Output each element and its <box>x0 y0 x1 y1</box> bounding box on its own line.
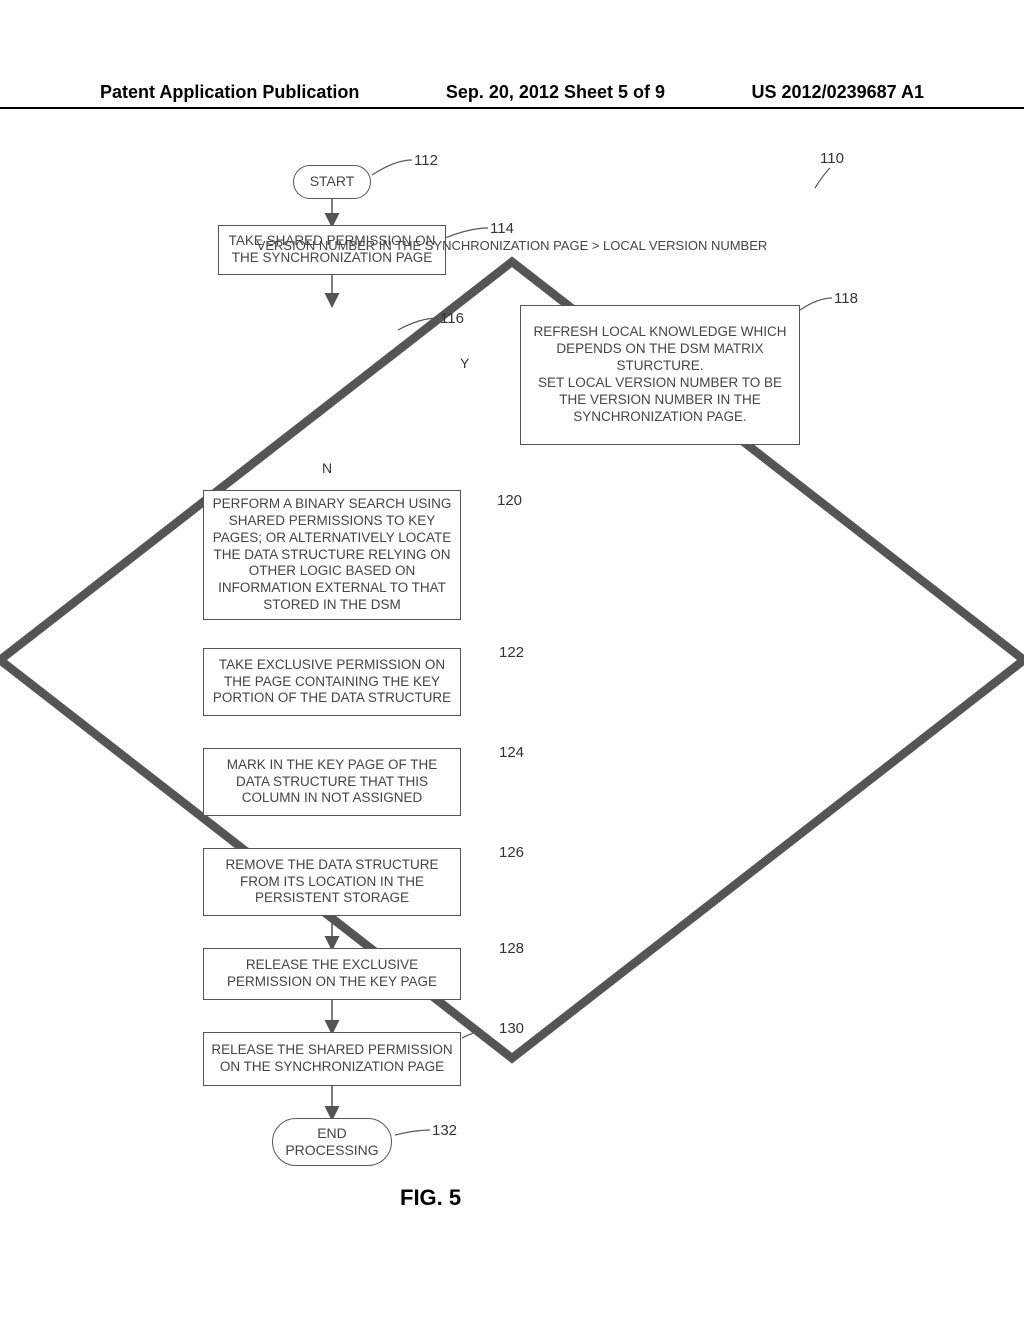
step-122: TAKE EXCLUSIVE PERMISSION ON THE PAGE CO… <box>203 648 461 716</box>
ref-124: 124 <box>499 744 524 761</box>
step-128-label: RELEASE THE EXCLUSIVE PERMISSION ON THE … <box>210 957 454 991</box>
decision-116-label: VERSION NUMBER IN THE SYNCHRONIZATION PA… <box>123 238 901 253</box>
ref-130: 130 <box>499 1020 524 1037</box>
end-terminal: END PROCESSING <box>272 1118 392 1166</box>
end-label: END PROCESSING <box>285 1125 378 1160</box>
step-118-label: REFRESH LOCAL KNOWLEDGE WHICH DEPENDS ON… <box>527 324 793 425</box>
ref-128: 128 <box>499 940 524 957</box>
ref-120: 120 <box>497 492 522 509</box>
ref-116: 116 <box>440 310 464 327</box>
step-126-label: REMOVE THE DATA STRUCTURE FROM ITS LOCAT… <box>210 857 454 908</box>
ref-118: 118 <box>834 290 858 307</box>
decision-116: VERSION NUMBER IN THE SYNCHRONIZATION PA… <box>0 0 180 140</box>
step-128: RELEASE THE EXCLUSIVE PERMISSION ON THE … <box>203 948 461 1000</box>
step-120: PERFORM A BINARY SEARCH USING SHARED PER… <box>203 490 461 620</box>
step-130: RELEASE THE SHARED PERMISSION ON THE SYN… <box>203 1032 461 1086</box>
step-122-label: TAKE EXCLUSIVE PERMISSION ON THE PAGE CO… <box>210 657 454 708</box>
step-126: REMOVE THE DATA STRUCTURE FROM ITS LOCAT… <box>203 848 461 916</box>
figure-caption: FIG. 5 <box>400 1185 461 1211</box>
ref-132: 132 <box>432 1122 457 1139</box>
step-120-label: PERFORM A BINARY SEARCH USING SHARED PER… <box>210 496 454 614</box>
ref-126: 126 <box>499 844 524 861</box>
step-130-label: RELEASE THE SHARED PERMISSION ON THE SYN… <box>210 1042 454 1076</box>
flowchart-canvas: START 112 110 TAKE SHARED PERMISSION ON … <box>0 0 1024 1320</box>
ref-122: 122 <box>499 644 524 661</box>
step-124-label: MARK IN THE KEY PAGE OF THE DATA STRUCTU… <box>210 757 454 808</box>
step-118: REFRESH LOCAL KNOWLEDGE WHICH DEPENDS ON… <box>520 305 800 445</box>
step-124: MARK IN THE KEY PAGE OF THE DATA STRUCTU… <box>203 748 461 816</box>
branch-n: N <box>322 460 332 476</box>
branch-y: Y <box>460 355 469 371</box>
